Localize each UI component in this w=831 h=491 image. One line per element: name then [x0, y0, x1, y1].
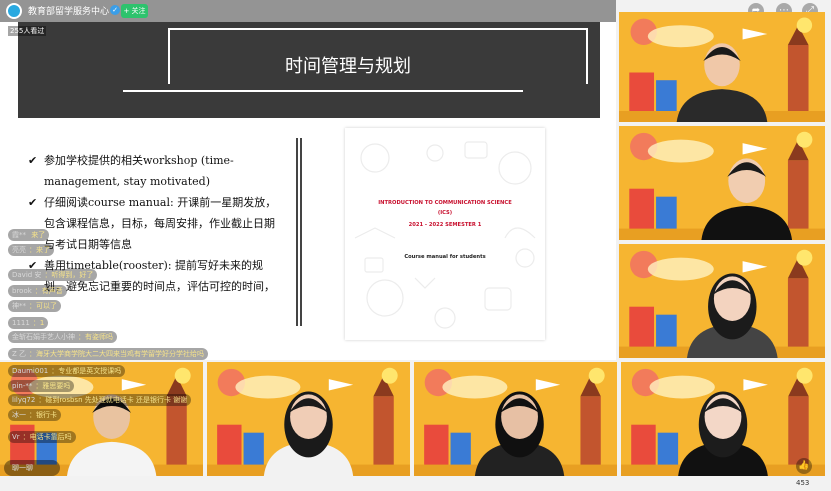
chat-username: 冰一 [12, 411, 26, 419]
follow-button[interactable]: + 关注 [121, 4, 148, 18]
chat-text: ：可以了 [29, 302, 57, 310]
doc-subtitle: Course manual for students [404, 254, 486, 260]
chat-text: ：银行卡 [29, 411, 57, 419]
chat-username: brook [12, 287, 32, 295]
chat-message: 亮亮 ：来了 [8, 244, 54, 256]
video-tile-2[interactable] [619, 126, 825, 240]
check-icon: ✔ [28, 196, 38, 209]
chat-text: ：电话卡靠后吗 [22, 433, 72, 441]
verified-icon: ✓ [110, 5, 120, 15]
doc-title: INTRODUCTION TO COMMUNICATION SCIENCE [378, 200, 512, 206]
chat-message: Z 乙：海牙大学商学院大二大四来当鸡有学留学好分学社给吗 [8, 348, 209, 360]
chat-message: 金斩石娟手艺人小神 ：有姿师吗 [8, 331, 117, 343]
video-tile-1[interactable] [619, 12, 825, 122]
slide-bullet-2: ✔ 仔细阅读course manual: 开课前一星期发放，包含课程信息，目标，… [28, 192, 278, 255]
viewer-count: 255人看过 [8, 26, 47, 36]
chat-username: Daumi001 [12, 367, 49, 375]
cartoon-background-icon [207, 362, 410, 476]
cartoon-background-icon [619, 244, 825, 358]
chat-text: ：听得到，好了 [44, 271, 94, 279]
doc-abbr: (ICS) [437, 210, 453, 216]
comment-input[interactable]: 聊一聊 [4, 460, 60, 476]
slide-divider [296, 138, 298, 326]
video-tile-7[interactable] [621, 362, 825, 476]
chat-message: 冰一 ：银行卡 [8, 409, 61, 421]
like-count: 453 [796, 479, 810, 487]
channel-bar: 教育部留学服务中心 ✓ + 关注 [0, 0, 616, 22]
course-manual-image: INTRODUCTION TO COMMUNICATION SCIENCE (I… [345, 128, 545, 340]
video-tile-6[interactable] [414, 362, 617, 476]
slide-bullet-1: ✔ 参加学校提供的相关workshop (time-management, st… [28, 150, 278, 192]
cartoon-background-icon [414, 362, 617, 476]
chat-message: pin-** ：雅思要吗 [8, 380, 75, 392]
chat-username: Z 乙 [12, 350, 27, 358]
chat-text: ：1 [32, 319, 45, 327]
chat-message: lilyq72 ：碰到rosbsn 先处理就电话卡 还是银行卡 谢谢 [8, 394, 192, 406]
chat-message: 神** ：可以了 [8, 300, 61, 312]
chat-username: 霞** [12, 231, 29, 239]
chat-text: ：有声音 [34, 287, 63, 295]
chat-message: 1111 ：1 [8, 317, 49, 329]
chat-username: David 安 [12, 271, 42, 279]
doodle-background-icon [354, 141, 536, 329]
chat-text: ：专业都是英文授课吗 [51, 367, 122, 375]
slide-header: 时间管理与规划 [18, 22, 600, 118]
live-stream-player: 时间管理与规划 ✔ 参加学校提供的相关workshop (time-manage… [0, 0, 831, 491]
video-tile-5[interactable] [207, 362, 410, 476]
chat-text: ：碰到rosbsn 先处理就电话卡 还是银行卡 谢谢 [38, 396, 188, 404]
cartoon-background-icon [619, 12, 825, 122]
chat-text: ：雅思要吗 [35, 382, 71, 390]
slide-title: 时间管理与规划 [285, 56, 411, 77]
chat-username: 1111 [12, 319, 30, 327]
chat-username: 神** [12, 302, 26, 310]
thumbs-up-icon[interactable]: 👍 [796, 458, 812, 474]
chat-message: 霞** 来了 [8, 229, 50, 241]
check-icon: ✔ [28, 154, 38, 167]
chat-username: lilyq72 [12, 396, 36, 404]
chat-message: David 安：听得到，好了 [8, 269, 98, 281]
cartoon-background-icon [621, 362, 825, 476]
chat-message: brook ：有声音 [8, 285, 67, 297]
chat-text: ：海牙大学商学院大二大四来当鸡有学留学好分学社给吗 [29, 350, 205, 358]
chat-username: Vr [12, 433, 20, 441]
slide-bullet-text: 参加学校提供的相关workshop (time-management, stay… [44, 154, 234, 188]
video-tile-3[interactable] [619, 244, 825, 358]
cartoon-background-icon [619, 126, 825, 240]
doc-semester: 2021 - 2022 SEMESTER 1 [408, 222, 482, 228]
chat-text: 来了 [31, 231, 46, 239]
slide-title-underline [123, 90, 523, 92]
slide-bullet-text: 仔细阅读course manual: 开课前一星期发放，包含课程信息，目标，每周… [44, 196, 277, 251]
chat-text: ：有姿师吗 [78, 333, 113, 341]
chat-text: ：来了 [29, 246, 50, 254]
channel-avatar[interactable] [6, 3, 22, 19]
slide-divider [300, 138, 302, 326]
channel-name[interactable]: 教育部留学服务中心 [28, 4, 109, 17]
chat-username: 金斩石娟手艺人小神 [12, 333, 75, 341]
presentation-slide: 时间管理与规划 ✔ 参加学校提供的相关workshop (time-manage… [0, 0, 616, 360]
chat-username: 亮亮 [12, 246, 26, 254]
chat-message: Daumi001 ：专业都是英文授课吗 [8, 365, 126, 377]
chat-message: Vr ：电话卡靠后吗 [8, 431, 76, 443]
chat-username: pin-** [12, 382, 33, 390]
